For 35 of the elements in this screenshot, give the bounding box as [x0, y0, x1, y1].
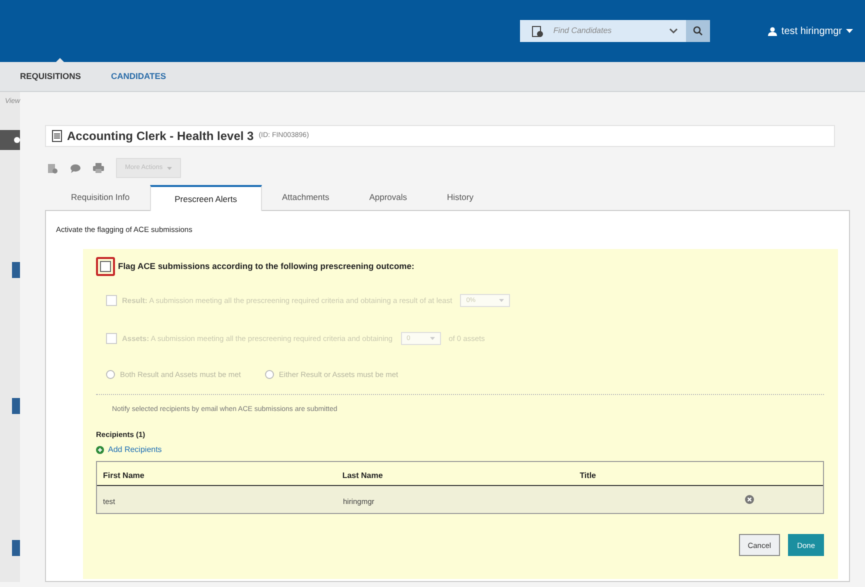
- column-header: Title: [580, 470, 596, 480]
- search-input[interactable]: Find Candidates: [553, 25, 670, 37]
- chevron-down-icon[interactable]: [669, 28, 678, 34]
- nav-tab[interactable]: CANDIDATES: [110, 70, 166, 83]
- caret-icon: [846, 28, 853, 34]
- add-recipients-link[interactable]: Add Recipients: [96, 444, 162, 456]
- tab[interactable]: Requisition Info: [51, 184, 150, 210]
- nav-tab[interactable]: REQUISITIONS: [20, 70, 81, 83]
- remove-icon[interactable]: [745, 495, 754, 504]
- caret-icon: [430, 337, 435, 340]
- search-field[interactable]: Find Candidates: [520, 20, 710, 42]
- plus-icon: [96, 446, 104, 454]
- side-panel-marker: [12, 540, 20, 556]
- column-header: First Name: [103, 470, 144, 480]
- tab[interactable]: Prescreen Alerts: [150, 185, 262, 211]
- tab[interactable]: History: [427, 184, 494, 210]
- candidate-card-icon: [532, 26, 544, 36]
- flag-label: Flag ACE submissions according to the following prescreening outcome:: [118, 260, 414, 274]
- user-menu[interactable]: test hiringmgr: [768, 24, 853, 38]
- caret-icon: [499, 299, 504, 302]
- print-icon[interactable]: [93, 163, 104, 173]
- checkbox[interactable]: [100, 261, 111, 272]
- requisition-title: Accounting Clerk - Health level 3: [67, 128, 254, 145]
- side-panel-marker: [12, 398, 20, 414]
- user-icon: [768, 26, 778, 36]
- side-panel-marker: [12, 262, 20, 278]
- comment-icon[interactable]: [70, 164, 81, 172]
- clipboard-icon[interactable]: [47, 162, 58, 174]
- column-header: Last Name: [342, 470, 383, 480]
- tab[interactable]: Attachments: [262, 184, 350, 210]
- document-icon: [52, 130, 62, 142]
- search-icon: [693, 26, 704, 36]
- tab[interactable]: Approvals: [349, 184, 428, 210]
- caret-icon: [166, 166, 172, 170]
- search-button[interactable]: [686, 20, 710, 42]
